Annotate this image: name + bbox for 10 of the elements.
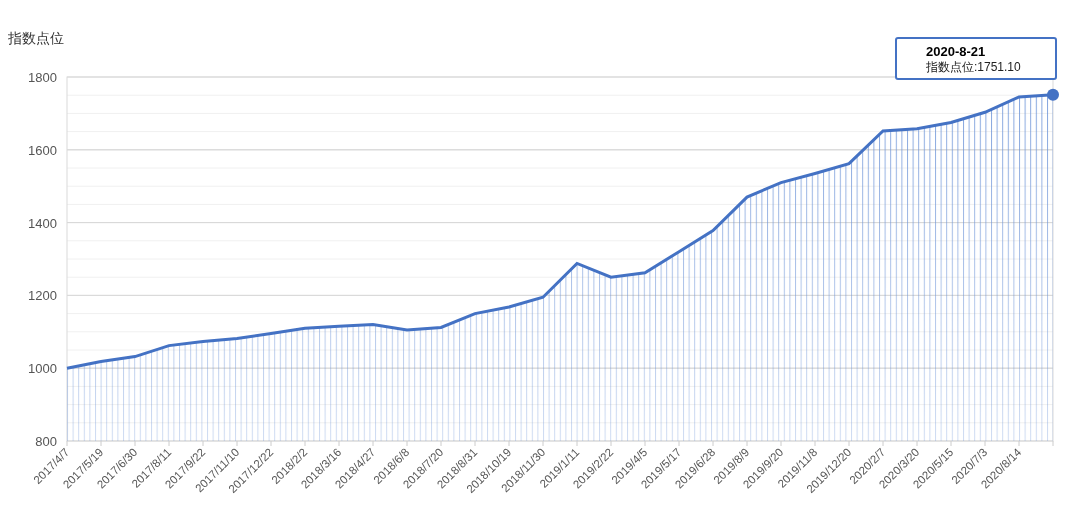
tooltip-title: 2020-8-21 xyxy=(926,44,987,60)
y-tick-label: 1000 xyxy=(28,361,57,377)
axis-title: 指数点位 xyxy=(7,29,64,48)
data-point[interactable] xyxy=(1047,88,1059,101)
y-tick-label: 1800 xyxy=(28,70,57,85)
tooltip-value: 指数点位:1751.10 xyxy=(926,60,1022,75)
y-tick-label: 1200 xyxy=(28,288,57,304)
y-tick-label: 1400 xyxy=(28,215,57,231)
y-tick-label: 800 xyxy=(35,434,57,449)
y-tick-label: 1600 xyxy=(28,142,57,158)
